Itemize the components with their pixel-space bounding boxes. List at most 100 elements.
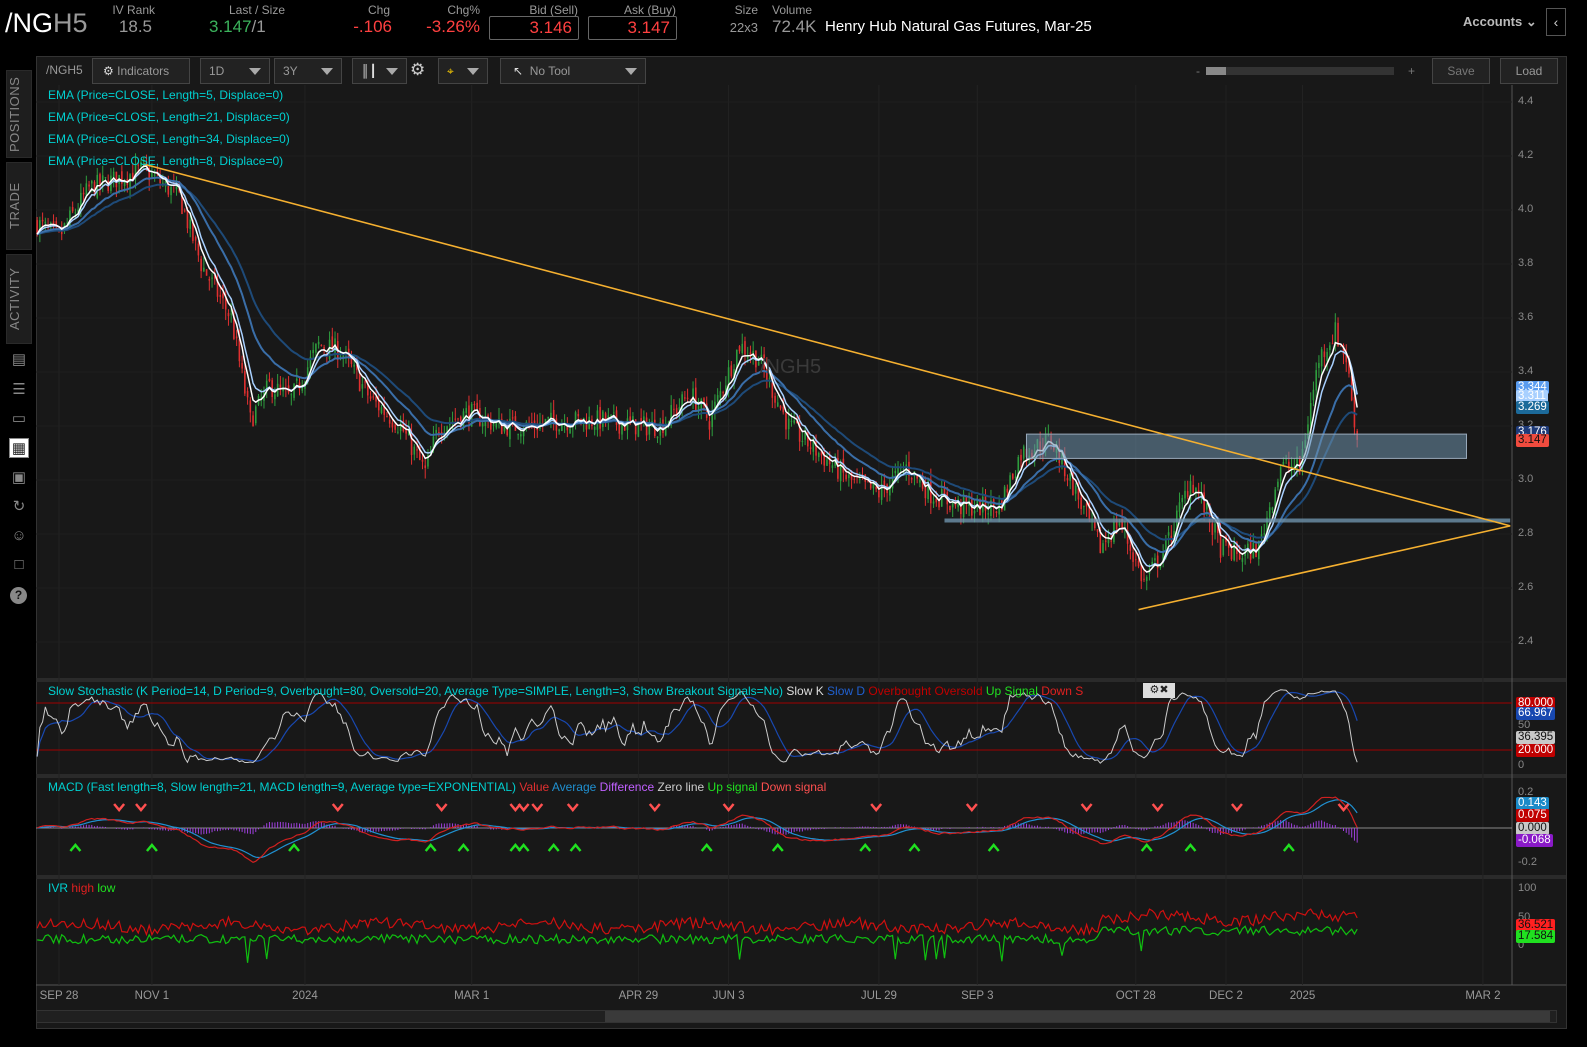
candle-up	[612, 412, 615, 414]
candle-down	[249, 400, 252, 413]
candle-up	[435, 429, 437, 433]
price-tick-label: 2.8	[1518, 527, 1534, 539]
x-tick-label: 2025	[1289, 990, 1316, 1002]
candle-up	[848, 474, 850, 479]
candle-up	[817, 452, 820, 458]
down-signal-arrow	[435, 803, 448, 812]
up-signal-arrow	[288, 843, 300, 852]
symbol-watermark: /NGH5	[760, 356, 822, 378]
down-signal-arrow	[965, 803, 978, 812]
candle-up	[1326, 352, 1328, 361]
candle-up	[1222, 539, 1225, 556]
candle-up	[290, 394, 293, 396]
candle-up	[987, 513, 990, 515]
candle-down	[599, 407, 601, 429]
candle-up	[1315, 370, 1317, 391]
candle-down	[457, 418, 459, 420]
price-tick-label: 2.6	[1518, 581, 1534, 593]
panel-divider	[36, 678, 1566, 682]
candle-down	[1132, 552, 1134, 562]
candle-up	[621, 423, 623, 435]
candle-down	[364, 381, 366, 383]
down-signal-arrow	[113, 803, 126, 812]
candle-up	[1118, 522, 1121, 526]
candle-up	[153, 174, 156, 176]
candle-down	[1006, 488, 1009, 493]
candle-down	[938, 501, 940, 508]
ema34-legend[interactable]: EMA (Price=CLOSE, Length=34, Displace=0)	[48, 132, 290, 146]
candle-down	[1186, 491, 1189, 497]
candle-up	[1309, 402, 1312, 427]
candle-down	[372, 396, 375, 398]
x-tick-label: DEC 2	[1209, 990, 1243, 1002]
stoch-tick-label: 50	[1518, 719, 1531, 732]
x-tick-label: SEP 28	[39, 990, 79, 1002]
candle-down	[224, 298, 227, 310]
candle-up	[902, 468, 905, 470]
down-signal-arrow	[1337, 803, 1350, 812]
candle-down	[1140, 564, 1143, 582]
candle-down	[1211, 523, 1214, 535]
macd-tick-label: -0.2	[1518, 856, 1537, 869]
candle-up	[361, 384, 364, 389]
candle-down	[200, 258, 202, 272]
candle-down	[935, 498, 938, 503]
candle-down	[730, 365, 733, 377]
candle-up	[380, 407, 383, 414]
candle-down	[238, 338, 241, 362]
candle-down	[424, 465, 427, 468]
candle-up	[962, 496, 965, 518]
candle-down	[208, 278, 211, 281]
down-signal-arrow	[648, 803, 661, 812]
down-signal-arrow	[870, 803, 883, 812]
horizontal-scrollbar[interactable]	[36, 1010, 1557, 1023]
candle-up	[170, 186, 172, 196]
ema21-line	[36, 176, 1359, 553]
candle-up	[741, 343, 744, 354]
x-tick-label: 2024	[292, 990, 318, 1002]
ema21-legend[interactable]: EMA (Price=CLOSE, Length=21, Displace=0)	[48, 110, 290, 124]
candle-down	[222, 293, 224, 299]
macd-legend[interactable]: MACD (Fast length=8, Slow length=21, MAC…	[48, 780, 826, 794]
candle-up	[700, 399, 703, 410]
candle-down	[1323, 351, 1326, 358]
ivr-tick-label: 100	[1518, 882, 1537, 894]
candle-down	[82, 192, 85, 195]
candle-up	[547, 416, 550, 419]
candle-down	[183, 210, 186, 212]
candle-down	[1331, 343, 1334, 345]
candle-up	[1022, 446, 1025, 459]
ema5-line	[36, 165, 1358, 573]
down-signal-arrow	[531, 803, 544, 812]
candle-down	[88, 184, 90, 187]
candle-down	[1192, 484, 1194, 493]
candle-down	[910, 478, 913, 480]
candle-up	[295, 378, 298, 381]
candle-up	[858, 478, 861, 480]
candle-up	[112, 171, 115, 178]
candle-down	[323, 347, 325, 350]
candle-up	[481, 423, 484, 427]
candle-down	[186, 209, 189, 229]
study-settings-close[interactable]: ⚙✖	[1143, 683, 1175, 698]
macd-tag: 0.075	[1516, 808, 1549, 822]
ema8-legend[interactable]: EMA (Price=CLOSE, Length=8, Displace=0)	[48, 154, 283, 168]
ivr-high-line	[36, 908, 1358, 937]
candle-down	[320, 344, 323, 346]
candle-up	[44, 221, 47, 224]
stoch-tag: 66.967	[1516, 707, 1556, 721]
candle-down	[386, 416, 388, 418]
scrollbar-thumb[interactable]	[605, 1011, 1550, 1022]
price-tick-label: 3.6	[1518, 311, 1534, 323]
price-tag: 3.269	[1516, 401, 1549, 415]
price-tick-label: 3.4	[1518, 365, 1534, 377]
price-tick-label: 4.4	[1518, 95, 1534, 107]
candle-down	[1129, 544, 1132, 551]
ema5-legend[interactable]: EMA (Price=CLOSE, Length=5, Displace=0)	[48, 88, 283, 102]
macd-tick-label: 0.2	[1518, 785, 1534, 798]
candle-down	[1080, 497, 1082, 510]
candle-down	[369, 396, 372, 399]
ivr-legend[interactable]: IVR high low	[48, 881, 115, 895]
stochastic-legend[interactable]: Slow Stochastic (K Period=14, D Period=9…	[48, 684, 1083, 698]
candle-down	[708, 421, 711, 430]
